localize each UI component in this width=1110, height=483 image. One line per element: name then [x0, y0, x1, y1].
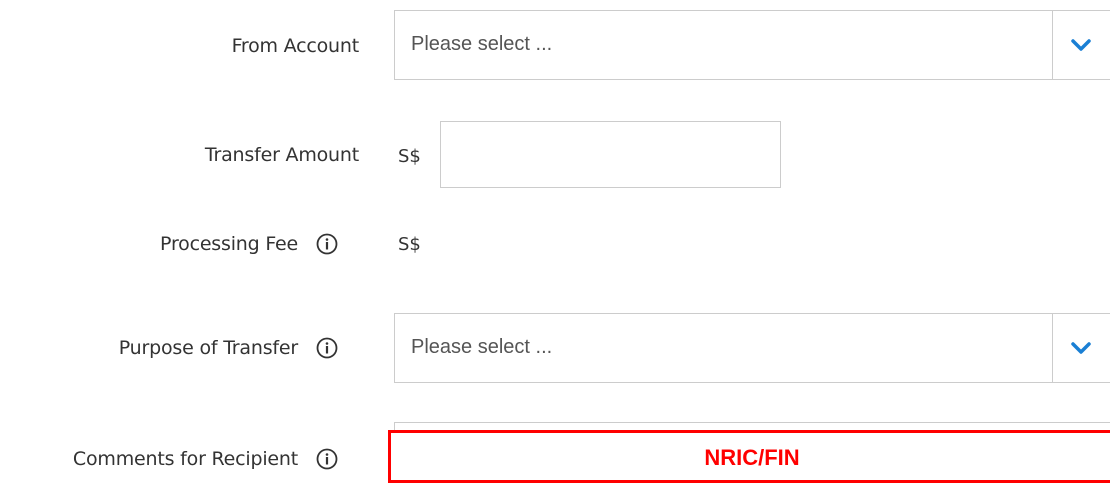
purpose-select-value: Please select ... — [411, 336, 553, 358]
purpose-of-transfer-label: Purpose of Transfer — [118, 337, 298, 359]
info-circle-icon[interactable] — [316, 448, 338, 470]
chevron-down-icon[interactable] — [1071, 341, 1091, 355]
transfer-amount-label: Transfer Amount — [204, 144, 359, 166]
from-account-label: From Account — [231, 35, 360, 57]
transfer-amount-input[interactable] — [440, 121, 781, 188]
redaction-label: NRIC/FIN — [704, 445, 800, 470]
select-divider — [1052, 11, 1053, 79]
transfer-amount-currency: S$ — [398, 146, 421, 167]
processing-fee-currency: S$ — [398, 234, 421, 255]
info-circle-icon[interactable] — [316, 337, 338, 359]
from-account-select-value: Please select ... — [411, 33, 553, 55]
select-divider — [1052, 314, 1053, 382]
info-circle-icon[interactable] — [316, 233, 338, 255]
chevron-down-icon[interactable] — [1071, 38, 1091, 52]
processing-fee-label: Processing Fee — [160, 233, 298, 255]
comments-for-recipient-label: Comments for Recipient — [72, 448, 298, 470]
from-account-select[interactable]: Please select ... — [394, 10, 1110, 80]
purpose-of-transfer-select[interactable]: Please select ... — [394, 313, 1110, 383]
redaction-overlay: NRIC/FIN — [388, 430, 1110, 483]
